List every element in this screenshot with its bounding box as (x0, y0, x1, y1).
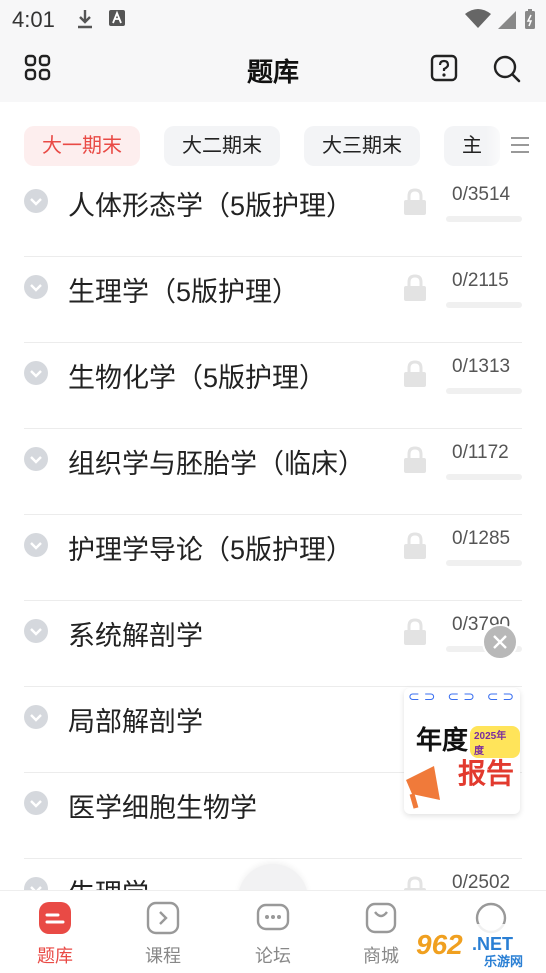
chevron-down-icon[interactable] (24, 791, 48, 815)
page-title: 题库 (246, 57, 299, 87)
list-item[interactable]: 生物化学（5版护理） 0/1313 (24, 342, 522, 429)
subject-progress: 0/2115 (452, 270, 509, 291)
site-watermark: 962 .NET 乐游网 (410, 924, 546, 970)
list-item[interactable]: 护理学导论（5版护理） 0/1285 (24, 514, 522, 601)
lock-icon (404, 618, 426, 645)
subject-progress: 0/1285 (452, 528, 511, 549)
tab-label: 课程 (145, 946, 181, 966)
status-time: 4:01 (12, 7, 55, 32)
chevron-down-icon[interactable] (24, 705, 48, 729)
subject-name: 医学细胞生物学 (68, 793, 257, 823)
watermark-suffix: .NET (472, 934, 513, 954)
subject-name: 人体形态学（5版护理） (68, 191, 354, 221)
list-item[interactable]: 生理学（5版护理） 0/2115 (24, 256, 522, 343)
shop-icon (365, 902, 397, 934)
subject-name: 生物化学（5版护理） (68, 363, 327, 393)
close-promo-button[interactable] (482, 624, 518, 660)
subject-progress: 0/1172 (452, 442, 509, 463)
chevron-down-icon[interactable] (24, 533, 48, 557)
top-bar: 题库 (0, 38, 546, 102)
subject-name: 生理学 (68, 872, 149, 890)
chevron-down-icon[interactable] (24, 189, 48, 213)
watermark-brand: 962 (416, 929, 463, 960)
signal-icon (498, 11, 516, 29)
progress-bar (446, 474, 522, 480)
chevron-down-icon[interactable] (24, 877, 48, 890)
subject-progress: 0/3514 (452, 184, 511, 205)
status-bar: 4:01 (0, 0, 546, 38)
progress-bar (446, 388, 522, 394)
megaphone-icon (406, 766, 440, 809)
search-icon[interactable] (492, 54, 522, 84)
list-item[interactable]: 人体形态学（5版护理） 0/3514 (24, 170, 522, 257)
lock-icon (404, 876, 426, 890)
wifi-icon (465, 9, 491, 28)
subject-name: 局部解剖学 (68, 707, 203, 737)
subject-name: 系统解剖学 (68, 621, 203, 651)
chevron-down-icon[interactable] (24, 619, 48, 643)
tab-forum[interactable]: 论坛 (238, 901, 308, 968)
tab-courses[interactable]: 课程 (128, 901, 198, 968)
tab-label: 论坛 (255, 946, 291, 966)
progress-bar (446, 302, 522, 308)
list-item[interactable]: 系统解剖学 0/3790 (24, 600, 522, 687)
progress-bar (446, 216, 522, 222)
chevron-down-icon[interactable] (24, 447, 48, 471)
subject-progress: 0/2502 (452, 872, 511, 890)
tab-label: 题库 (37, 946, 73, 966)
annual-report-banner[interactable]: ⊂⊃ ⊂⊃ ⊂⊃ 年度 2025年度 报告 (404, 688, 520, 814)
subject-name: 护理学导论（5版护理） (68, 535, 354, 565)
list-item[interactable]: 组织学与胚胎学（临床） 0/1172 (24, 428, 522, 515)
menu-icon[interactable] (510, 136, 530, 154)
chevron-down-icon[interactable] (24, 361, 48, 385)
help-icon[interactable] (430, 54, 458, 82)
promo-subtitle: 报告 (458, 758, 515, 789)
tab-label: 商城 (363, 946, 399, 966)
download-icon (78, 10, 92, 29)
subject-name: 生理学（5版护理） (68, 277, 300, 307)
tab-year1-final[interactable]: 大一期末 (24, 126, 140, 166)
tab-question-bank[interactable]: 题库 (20, 901, 90, 968)
watermark-sub: 乐游网 (484, 954, 523, 970)
lock-icon (404, 188, 426, 215)
question-bank-icon (39, 902, 71, 934)
lock-icon (404, 532, 426, 559)
battery-icon (525, 9, 535, 29)
progress-bar (446, 560, 522, 566)
tab-shop[interactable]: 商城 (346, 901, 416, 968)
tab-year3-final[interactable]: 大三期末 (304, 126, 420, 166)
lock-icon (404, 446, 426, 473)
close-icon[interactable] (484, 626, 516, 658)
forum-icon (256, 903, 290, 931)
subject-name: 组织学与胚胎学（临床） (68, 449, 365, 479)
course-icon (146, 901, 180, 935)
lock-icon (404, 274, 426, 301)
subject-progress: 0/1313 (452, 356, 511, 377)
tab-year2-final[interactable]: 大二期末 (164, 126, 280, 166)
binder-rings: ⊂⊃ ⊂⊃ ⊂⊃ (408, 688, 519, 704)
notification-icon (109, 10, 125, 26)
lock-icon (404, 360, 426, 387)
chevron-down-icon[interactable] (24, 275, 48, 299)
